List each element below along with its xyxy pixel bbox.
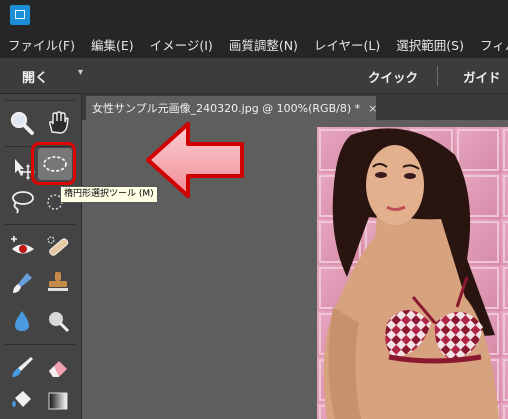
- hand-tool-icon[interactable]: [42, 108, 74, 138]
- smart-brush-icon[interactable]: [6, 268, 38, 298]
- guided-mode-button[interactable]: ガイド: [463, 67, 501, 86]
- photo-canvas[interactable]: [317, 127, 508, 419]
- menu-image[interactable]: イメージ(I): [150, 35, 213, 54]
- quick-mode-button[interactable]: クイック: [368, 67, 418, 86]
- menu-file[interactable]: ファイル(F): [8, 35, 75, 54]
- spot-healing-brush-icon[interactable]: [42, 232, 74, 262]
- menu-filter[interactable]: フィル: [480, 35, 508, 54]
- menu-bar: ファイル(F) 編集(E) イメージ(I) 画質調整(N) レイヤー(L) 選択…: [0, 30, 508, 58]
- close-tab-icon[interactable]: ×: [368, 102, 376, 115]
- paint-bucket-icon[interactable]: [6, 386, 38, 416]
- open-button[interactable]: 開く: [22, 67, 48, 86]
- toolbar-divider: [437, 66, 438, 86]
- document-tab-strip: 女性サンプル元画像_240320.jpg @ 100%(RGB/8) * ×: [82, 94, 508, 120]
- menu-edit[interactable]: 編集(E): [91, 35, 134, 54]
- title-bar: [0, 0, 508, 30]
- gradient-tool-icon[interactable]: [42, 386, 74, 416]
- tool-highlight-frame: [31, 142, 76, 185]
- document-tab-title: 女性サンプル元画像_240320.jpg @ 100%(RGB/8) *: [92, 102, 361, 115]
- brush-tool-icon[interactable]: [6, 352, 38, 382]
- menu-layer[interactable]: レイヤー(L): [314, 35, 380, 54]
- top-toolbar: 開く ▾ クイック ガイド: [0, 58, 508, 94]
- zoom-tool-icon[interactable]: [6, 108, 38, 138]
- tools-divider: [5, 224, 75, 225]
- eraser-tool-icon[interactable]: [42, 352, 74, 382]
- menu-select[interactable]: 選択範囲(S): [396, 35, 464, 54]
- tools-divider: [5, 344, 75, 345]
- red-eye-removal-tool-icon[interactable]: [6, 232, 38, 262]
- tool-tooltip: 楕円形選択ツール (M): [60, 186, 158, 203]
- app-icon: [10, 5, 30, 25]
- document-tab[interactable]: 女性サンプル元画像_240320.jpg @ 100%(RGB/8) * ×: [86, 96, 376, 120]
- lasso-tool-icon[interactable]: [6, 186, 38, 216]
- menu-enhance[interactable]: 画質調整(N): [229, 35, 298, 54]
- open-dropdown-icon[interactable]: ▾: [78, 67, 83, 78]
- blur-tool-icon[interactable]: [6, 306, 38, 336]
- tools-divider: [5, 100, 75, 101]
- clone-stamp-icon[interactable]: [42, 268, 74, 298]
- sponge-tool-icon[interactable]: [42, 306, 74, 336]
